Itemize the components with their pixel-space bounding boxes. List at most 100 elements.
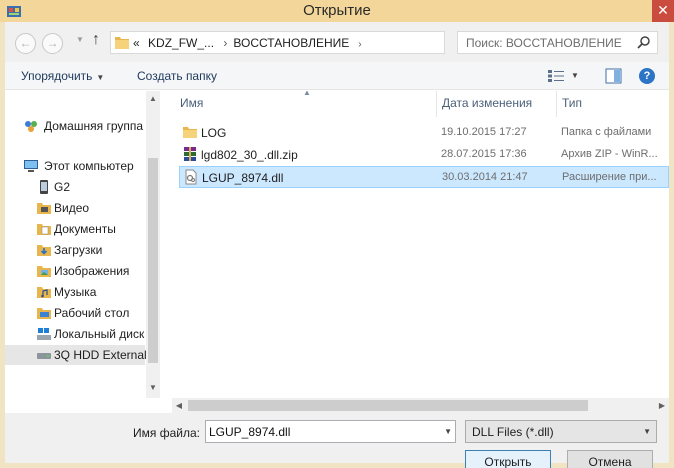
sidebar-item-video[interactable]: Видео <box>5 198 145 218</box>
sidebar-item-downloads[interactable]: Загрузки <box>5 240 145 260</box>
sidebar-item-label: 3Q HDD External <box>54 348 147 362</box>
filetype-value: DLL Files (*.dll) <box>472 425 554 439</box>
navigation-bar: ← → ▼ ↑ « KDZ_FW_... ›ВОССТАНОВЛЕНИЕ› ▼ … <box>5 22 669 62</box>
organize-button[interactable]: Упорядочить ▼ <box>21 69 104 83</box>
breadcrumb-separator-icon[interactable]: › <box>358 39 361 50</box>
sidebar-item-external-drive[interactable]: 3Q HDD External <box>5 345 147 365</box>
close-button[interactable]: ✕ <box>652 0 674 22</box>
sidebar-item-g2[interactable]: G2 <box>5 177 145 197</box>
view-options-icon[interactable] <box>547 69 565 83</box>
file-date: 28.07.2015 17:36 <box>441 148 527 160</box>
file-row-zip[interactable]: lgd802_30_.dll.zip 28.07.2015 17:36 Архи… <box>179 144 669 166</box>
dll-file-icon <box>185 169 197 185</box>
cancel-button[interactable]: Отмена <box>567 450 653 468</box>
back-button[interactable]: ← <box>15 33 36 54</box>
music-folder-icon <box>37 287 51 298</box>
documents-folder-icon <box>37 224 51 235</box>
chevron-down-icon: ▼ <box>96 73 105 82</box>
new-folder-button[interactable]: Создать папку <box>137 69 217 83</box>
forward-button[interactable]: → <box>42 33 63 54</box>
sidebar-item-homegroup[interactable]: Домашняя группа <box>5 116 145 136</box>
search-input[interactable]: Поиск: ВОССТАНОВЛЕНИЕ <box>457 31 658 54</box>
computer-icon <box>24 160 38 172</box>
search-icon <box>637 36 650 49</box>
up-arrow-icon: ↑ <box>92 31 100 48</box>
close-icon: ✕ <box>657 2 669 18</box>
sidebar-item-label: Загрузки <box>54 243 103 257</box>
sidebar-item-music[interactable]: Музыка <box>5 282 145 302</box>
sidebar-item-local-disk[interactable]: Локальный диск <box>5 324 145 344</box>
file-row-dll[interactable]: LGUP_8974.dll 30.03.2014 21:47 Расширени… <box>179 166 669 188</box>
file-type: Расширение при... <box>562 171 657 183</box>
external-drive-icon <box>37 353 51 359</box>
breadcrumb-item[interactable]: KDZ_FW_... <box>148 36 214 50</box>
breadcrumb-separator-icon[interactable]: › <box>223 36 227 50</box>
downloads-folder-icon <box>37 245 51 256</box>
sidebar-item-label: Видео <box>54 201 90 215</box>
column-header-name[interactable]: Имя <box>180 96 203 110</box>
search-placeholder: Поиск: ВОССТАНОВЛЕНИЕ <box>466 36 622 50</box>
open-button[interactable]: Открыть <box>465 450 551 468</box>
desktop-folder-icon <box>37 308 51 319</box>
sidebar-scrollbar[interactable]: ▲ ▼ <box>146 91 160 398</box>
file-name: LGUP_8974.dll <box>202 171 284 185</box>
breadcrumb-overflow[interactable]: « <box>133 36 140 50</box>
scroll-right-icon[interactable]: ▶ <box>655 401 669 410</box>
column-divider[interactable] <box>436 91 437 117</box>
scrollbar-thumb[interactable] <box>188 400 588 411</box>
view-dropdown[interactable]: ▼ <box>571 71 579 80</box>
window-title: Открытие <box>303 2 371 19</box>
sidebar-item-label: Этот компьютер <box>44 159 134 173</box>
sidebar-item-label: Изображения <box>54 264 130 278</box>
homegroup-icon <box>25 121 37 132</box>
address-bar[interactable]: « KDZ_FW_... ›ВОССТАНОВЛЕНИЕ› ▼ ↻ <box>110 31 542 54</box>
help-icon[interactable]: ? <box>639 68 655 84</box>
column-header-date[interactable]: Дата изменения <box>442 96 532 110</box>
folder-icon <box>183 127 197 138</box>
sidebar-item-this-pc[interactable]: Этот компьютер <box>5 156 145 176</box>
scroll-down-icon[interactable]: ▼ <box>146 383 160 392</box>
dialog-footer: Имя файла: ▼ DLL Files (*.dll) ▼ Открыть… <box>5 413 669 468</box>
breadcrumb-item[interactable]: ВОССТАНОВЛЕНИЕ <box>233 36 349 50</box>
back-arrow-icon: ← <box>19 36 32 50</box>
sidebar-item-label: Музыка <box>54 285 97 299</box>
file-list: ▲ Имя Дата изменения Тип LOG 19.10.2015 … <box>172 91 669 398</box>
file-name: lgd802_30_.dll.zip <box>201 148 298 162</box>
video-folder-icon <box>37 203 51 214</box>
sidebar-item-label: Локальный диск <box>54 327 145 341</box>
sort-ascending-icon: ▲ <box>303 91 311 97</box>
scrollbar-thumb[interactable] <box>148 158 158 363</box>
sidebar-item-label: Рабочий стол <box>54 306 130 320</box>
chevron-down-icon: ▼ <box>643 427 651 436</box>
scroll-up-icon[interactable]: ▲ <box>146 94 160 103</box>
forward-arrow-icon: → <box>46 36 59 50</box>
up-button[interactable]: ↑ <box>92 31 100 49</box>
file-list-horizontal-scrollbar[interactable]: ◀ ▶ <box>172 398 669 413</box>
sidebar-item-label: Документы <box>54 222 116 236</box>
title-bar: Открытие ✕ <box>0 0 674 22</box>
file-type: Папка с файлами <box>561 126 652 138</box>
file-row-log[interactable]: LOG 19.10.2015 17:27 Папка с файлами <box>179 122 669 144</box>
sidebar-item-desktop[interactable]: Рабочий стол <box>5 303 145 323</box>
file-date: 30.03.2014 21:47 <box>442 171 528 183</box>
column-header-type[interactable]: Тип <box>562 96 582 110</box>
chevron-down-icon: ▼ <box>76 35 84 44</box>
sidebar-item-pictures[interactable]: Изображения <box>5 261 145 281</box>
column-divider[interactable] <box>556 91 557 117</box>
filename-combobox[interactable]: ▼ <box>205 420 456 443</box>
command-bar: Упорядочить ▼ Создать папку ▼ ? <box>5 62 669 90</box>
dialog-client: ← → ▼ ↑ « KDZ_FW_... ›ВОССТАНОВЛЕНИЕ› ▼ … <box>5 22 669 468</box>
phone-icon <box>40 180 48 194</box>
filename-label: Имя файла: <box>133 426 200 440</box>
scroll-left-icon[interactable]: ◀ <box>172 401 186 410</box>
winrar-archive-icon <box>184 147 196 161</box>
organize-label: Упорядочить <box>21 69 93 83</box>
recent-locations-dropdown[interactable]: ▼ <box>76 35 84 44</box>
filename-field[interactable] <box>209 424 435 439</box>
chevron-down-icon[interactable]: ▼ <box>444 427 452 436</box>
sidebar-item-documents[interactable]: Документы <box>5 219 145 239</box>
filetype-select[interactable]: DLL Files (*.dll) ▼ <box>465 420 657 443</box>
preview-pane-icon[interactable] <box>605 68 622 84</box>
pictures-folder-icon <box>37 266 51 277</box>
file-name: LOG <box>201 126 227 140</box>
